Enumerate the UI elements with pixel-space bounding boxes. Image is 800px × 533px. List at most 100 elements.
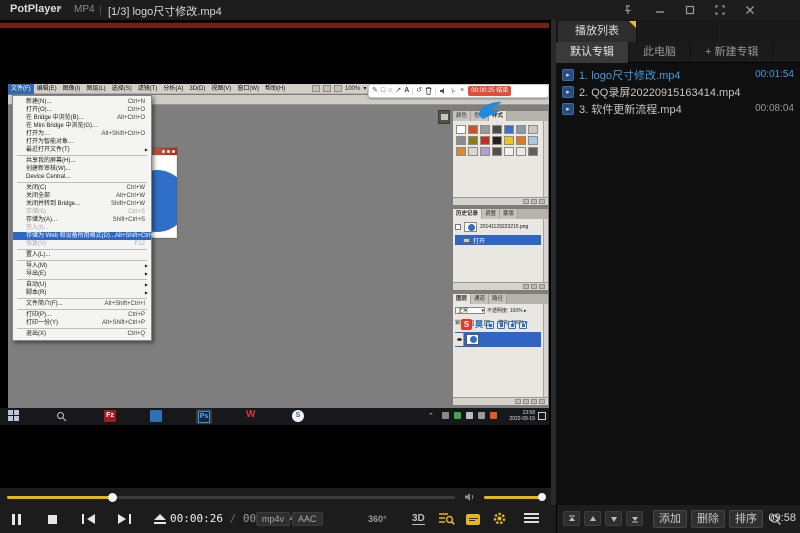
potplayer-window: PotPlayer ▼ MP4 [1/3] logo尺寸修改.mp4 <box>0 0 800 533</box>
next-button[interactable] <box>110 507 138 531</box>
menu-item-shortcut: Alt+Shift+Ctrl+P <box>102 319 145 327</box>
move-up-button[interactable] <box>584 511 601 526</box>
style-swatch <box>492 125 502 134</box>
menu-item-label: 打开为智能对象... <box>26 138 73 146</box>
album-tab[interactable]: 默认专辑 <box>556 42 629 63</box>
snapshot-thumbnail <box>464 222 477 232</box>
trash-icon <box>425 87 432 95</box>
album-tab[interactable]: 此电脑 <box>629 42 691 63</box>
menu-item-label: 打开为... <box>26 130 49 138</box>
style-swatch <box>528 136 538 145</box>
menu-item-label: 存储(S) <box>26 208 46 216</box>
app-menu-button[interactable]: PotPlayer <box>10 3 61 15</box>
ps-menu-item: 图像(I) <box>60 84 84 94</box>
audio-codec-badge: AAC <box>292 512 323 526</box>
seek-thumb[interactable] <box>108 493 117 502</box>
submenu-arrow-icon: ▶ <box>145 270 148 278</box>
volume-icon[interactable] <box>464 492 476 502</box>
window-title: [1/3] logo尺寸修改.mp4 <box>108 3 222 19</box>
ps-file-menu-item: 导入(M) ▶ <box>13 262 151 270</box>
playlist-item[interactable]: ▸ 1. logo尺寸修改.mp4 00:01:54 <box>556 66 800 83</box>
ps-file-menu: 新建(N)... Ctrl+N ▶ 打开(O)... Ctrl+O ▶ 在 Br… <box>12 95 152 341</box>
ellipse-icon: ○ <box>388 85 392 97</box>
submenu-arrow-icon: ▶ <box>145 262 148 270</box>
clock-display: 09:58 <box>768 512 796 524</box>
menu-item-shortcut: Alt+Ctrl+O <box>117 114 145 122</box>
style-swatch <box>468 136 478 145</box>
zoom-level: 100% <box>345 86 360 92</box>
browse-search-icon[interactable] <box>438 511 455 526</box>
ps-file-menu-item: 打开为... Alt+Shift+Ctrl+O ▶ <box>13 130 151 138</box>
ps-file-menu-item: 存储为(A)... Shift+Ctrl+S ▶ <box>13 216 151 224</box>
video-3d-button[interactable]: 3D <box>412 513 425 525</box>
ps-file-menu-item: 退出(X) Ctrl+Q ▶ <box>13 330 151 338</box>
ps-file-menu-item: ▶ <box>17 155 147 156</box>
video-360-button[interactable]: 360° <box>368 514 387 524</box>
playlist-item[interactable]: ▸ 2. QQ录屏20220915163414.mp4 <box>556 83 800 100</box>
subtitle-icon[interactable] <box>466 514 480 525</box>
chevron-down-icon: ▼ <box>57 6 63 12</box>
ps-file-menu-item: ▶ <box>17 328 147 329</box>
history-source-checkbox <box>455 224 461 230</box>
playlist-footer: 添加 删除 排序 09:58 <box>556 505 800 533</box>
stop-button[interactable] <box>38 507 66 531</box>
menu-item-label: 导出(E) <box>26 270 46 278</box>
ps-file-menu-item: 关闭全部 Alt+Ctrl+W ▶ <box>13 192 151 200</box>
photoshop-window: 文件(F)编辑(E)图像(I)图层(L)选择(S)滤镜(T)分析(A)3D(D)… <box>8 84 549 408</box>
volume-thumb[interactable] <box>538 493 546 501</box>
ps-file-menu-item: 关闭并转到 Bridge... Shift+Ctrl+W ▶ <box>13 200 151 208</box>
minimize-button[interactable] <box>652 3 668 17</box>
video-display-area[interactable]: 文件(F)编辑(E)图像(I)图层(L)选择(S)滤镜(T)分析(A)3D(D)… <box>0 20 551 488</box>
cursor-icon <box>450 87 457 95</box>
move-bottom-button[interactable] <box>626 511 643 526</box>
settings-gear-icon[interactable] <box>492 511 507 526</box>
explorer-icon <box>150 410 162 422</box>
pin-icon[interactable] <box>620 3 636 17</box>
album-tab[interactable]: + 新建专辑 <box>691 42 773 63</box>
layers-panel-tabs: 图层通道路径 <box>453 294 548 304</box>
dropdown-arrow-icon: ▾ <box>481 308 484 313</box>
maximize-button[interactable] <box>682 3 698 17</box>
add-button[interactable]: 添加 <box>653 510 687 528</box>
menu-item-shortcut: Alt+Shift+Ctrl+I <box>104 300 145 308</box>
rectangle-icon: □ <box>381 85 385 97</box>
video-codec-badge: mp4v <box>256 512 290 526</box>
volume-bar[interactable] <box>484 496 544 499</box>
wps-icon: W <box>246 409 255 420</box>
fullscreen-button[interactable] <box>712 3 728 17</box>
close-button[interactable] <box>742 3 758 17</box>
playlist-item-duration: 00:01:54 <box>755 69 794 80</box>
playlist-item[interactable]: ▸ 3. 软件更新流程.mp4 00:08:04 <box>556 100 800 117</box>
sort-button[interactable]: 排序 <box>729 510 763 528</box>
menu-item-shortcut: Ctrl+N <box>128 98 145 106</box>
bridge-icon <box>312 85 320 92</box>
move-down-button[interactable] <box>605 511 622 526</box>
menu-item-label: 存储为(A)... <box>26 216 57 224</box>
menu-hamburger-icon[interactable] <box>524 513 539 523</box>
seek-bar[interactable] <box>7 496 455 499</box>
media-file-icon: ▸ <box>562 69 574 81</box>
doc-close-icon <box>172 150 175 153</box>
zoom-tool-icon <box>334 85 342 92</box>
history-snapshot-row: 20141129223215.png <box>455 222 528 232</box>
styles-panel-footer <box>453 197 548 205</box>
menu-item-label: 在 Mini Bridge 中浏览(G)... <box>26 122 97 130</box>
style-swatch <box>516 147 526 156</box>
titlebar-divider <box>100 5 101 15</box>
ps-file-menu-item: 存储(S) Ctrl+S ▶ <box>13 208 151 216</box>
menu-item-label: 恢复(V) <box>26 240 46 248</box>
titlebar[interactable]: PotPlayer ▼ MP4 [1/3] logo尺寸修改.mp4 <box>0 0 800 20</box>
menu-item-label: 关闭并转到 Bridge... <box>26 200 80 208</box>
delete-button[interactable]: 删除 <box>691 510 725 528</box>
ps-file-menu-item: 打印(P)... Ctrl+P ▶ <box>13 311 151 319</box>
photoshop-taskbar-icon: Ps <box>196 409 212 424</box>
pause-button[interactable] <box>2 507 30 531</box>
style-swatch <box>504 147 514 156</box>
menu-item-label: 打印一份(Y) <box>26 319 58 327</box>
ps-layers-panel: 图层通道路径 正常▾ 不透明度: 100% ▸ 锁定: 填充: 100% ▸ <box>452 293 549 406</box>
ps-file-menu-item: 关闭(C) Ctrl+W ▶ <box>13 184 151 192</box>
previous-button[interactable] <box>74 507 102 531</box>
move-top-button[interactable] <box>563 511 580 526</box>
tab-playlist[interactable]: 播放列表 <box>558 21 636 42</box>
menu-item-label: 置入(L)... <box>26 251 50 259</box>
